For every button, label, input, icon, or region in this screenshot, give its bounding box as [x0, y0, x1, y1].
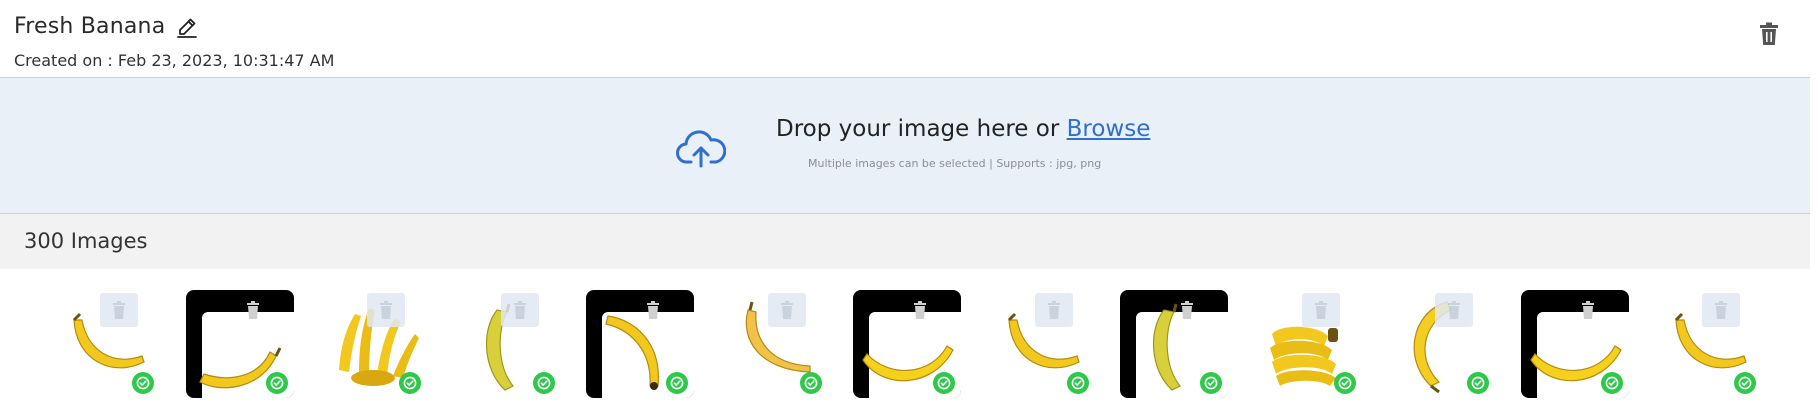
- image-gallery: [0, 269, 1818, 403]
- trash-icon: [1447, 301, 1461, 319]
- cloud-upload-icon: [676, 128, 727, 168]
- check-circle-icon: [666, 372, 688, 394]
- check-circle-icon: [1734, 372, 1756, 394]
- delete-image-button[interactable]: [634, 293, 672, 327]
- image-thumbnail[interactable]: [1387, 290, 1495, 398]
- pencil-icon[interactable]: [175, 15, 199, 39]
- check-circle-icon: [1066, 372, 1089, 394]
- check-circle-icon: [1467, 372, 1489, 394]
- drop-prompt-text: Drop your image here or: [776, 116, 1067, 142]
- trash-icon[interactable]: [1758, 22, 1780, 46]
- trash-icon: [913, 301, 927, 319]
- image-count-bar: 300 Images: [0, 214, 1810, 269]
- check-circle-icon: [1333, 372, 1356, 394]
- dataset-header: Fresh Banana Created on : Feb 23, 2023, …: [0, 0, 1810, 78]
- trash-icon: [379, 301, 393, 319]
- image-thumbnail[interactable]: [586, 290, 694, 398]
- browse-link[interactable]: Browse: [1067, 116, 1151, 142]
- check-circle-icon: [933, 372, 955, 394]
- image-thumbnail[interactable]: [986, 290, 1095, 398]
- check-circle-icon: [399, 372, 421, 394]
- delete-image-button[interactable]: [1168, 293, 1206, 327]
- delete-image-button[interactable]: [1301, 293, 1340, 327]
- image-thumbnail[interactable]: [52, 290, 160, 398]
- image-thumbnail[interactable]: [1120, 290, 1228, 398]
- trash-icon: [1581, 301, 1595, 319]
- image-thumbnail[interactable]: [185, 290, 294, 398]
- created-on-text: Created on : Feb 23, 2023, 10:31:47 AM: [14, 51, 335, 70]
- dataset-title: Fresh Banana: [14, 14, 166, 39]
- check-circle-icon: [1600, 372, 1623, 394]
- title-row: Fresh Banana: [14, 14, 199, 39]
- trash-icon: [513, 301, 527, 319]
- image-thumbnail[interactable]: [719, 290, 828, 398]
- delete-image-button[interactable]: [500, 293, 539, 327]
- check-circle-icon: [1200, 372, 1222, 394]
- trash-icon: [112, 301, 126, 319]
- upload-dropzone[interactable]: Drop your image here or Browse Multiple …: [0, 78, 1810, 214]
- delete-image-button[interactable]: [767, 293, 806, 327]
- delete-image-button[interactable]: [100, 293, 138, 327]
- delete-image-button[interactable]: [367, 293, 405, 327]
- trash-icon: [780, 301, 794, 319]
- image-thumbnail[interactable]: [1253, 290, 1362, 398]
- delete-image-button[interactable]: [901, 293, 939, 327]
- delete-image-button[interactable]: [1034, 293, 1073, 327]
- trash-icon: [1180, 301, 1194, 319]
- delete-image-button[interactable]: [1702, 293, 1740, 327]
- trash-icon: [646, 301, 660, 319]
- check-circle-icon: [532, 372, 555, 394]
- trash-icon: [1047, 301, 1061, 319]
- image-thumbnail[interactable]: [452, 290, 561, 398]
- check-circle-icon: [265, 372, 288, 394]
- image-thumbnail[interactable]: [319, 290, 427, 398]
- upload-hint: Multiple images can be selected | Suppor…: [808, 157, 1102, 170]
- delete-image-button[interactable]: [1435, 293, 1473, 327]
- image-count-label: 300 Images: [24, 229, 148, 253]
- trash-icon: [246, 301, 260, 319]
- check-circle-icon: [799, 372, 822, 394]
- delete-image-button[interactable]: [1569, 293, 1607, 327]
- image-thumbnail[interactable]: [1654, 290, 1762, 398]
- image-thumbnail[interactable]: [853, 290, 961, 398]
- drop-prompt: Drop your image here or Browse: [776, 116, 1150, 142]
- trash-icon: [1714, 301, 1728, 319]
- check-circle-icon: [132, 372, 154, 394]
- delete-image-button[interactable]: [234, 293, 272, 327]
- image-thumbnail[interactable]: [1520, 290, 1629, 398]
- trash-icon: [1314, 301, 1328, 319]
